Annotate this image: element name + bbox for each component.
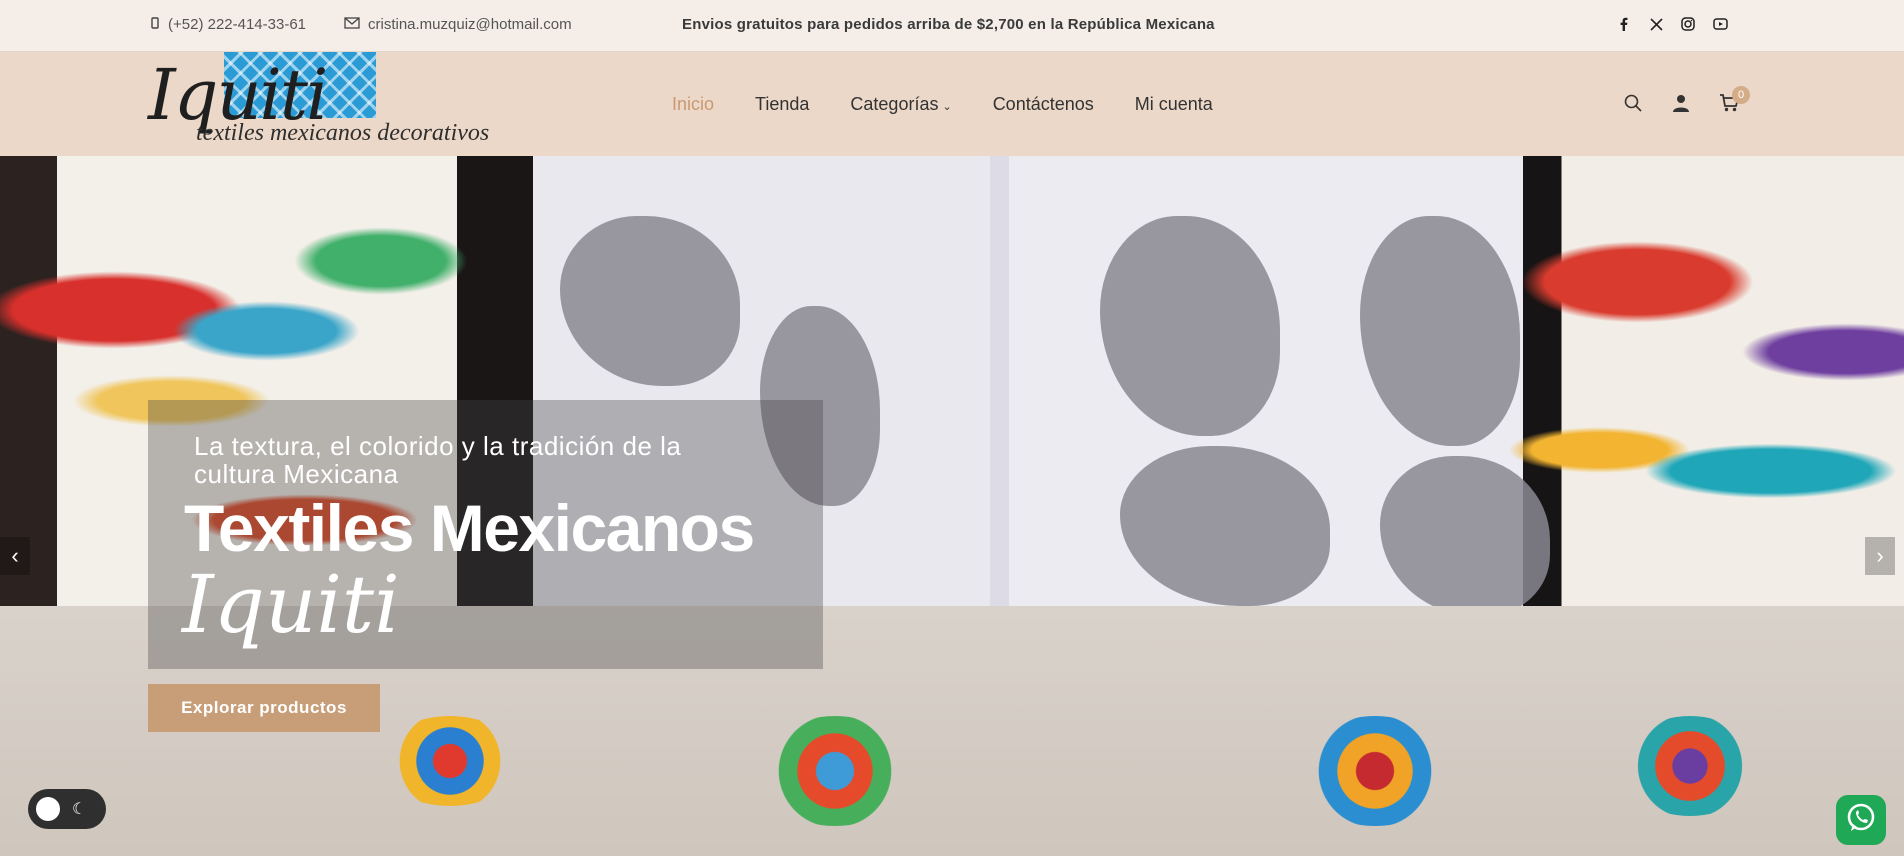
shipping-notice: Envios gratuitos para pedidos arriba de … [682,16,1215,33]
embroidered-bird-shape [560,216,740,386]
hero-script-text: Iquiti [182,558,400,651]
slider-next-arrow[interactable]: › [1865,537,1895,575]
nav-item-categorias[interactable]: Categorías ⌄ [850,94,951,115]
email-icon [344,16,360,33]
facebook-icon[interactable] [1616,16,1632,32]
email-contact[interactable]: cristina.muzquiz@hotmail.com [344,16,572,33]
nav-item-categorias-label: Categorías [850,94,939,114]
embroidered-bird-shape [1100,216,1280,436]
chevron-down-icon: ⌄ [942,101,952,113]
search-icon[interactable] [1622,92,1644,114]
logo-tagline: textiles mexicanos decorativos [196,120,490,146]
phone-icon [150,16,160,33]
nav-item-contactenos[interactable]: Contáctenos [993,94,1094,115]
nav-item-inicio[interactable]: Inicio [672,94,714,115]
slider-prev-arrow[interactable]: ‹ [0,537,30,575]
explore-products-button[interactable]: Explorar productos [148,684,380,732]
main-nav: Inicio Tienda Categorías ⌄ Contáctenos Mi… [672,94,1213,115]
header-icons [1622,92,1740,114]
embroidered-bird-shape [1360,216,1520,446]
embroidered-flower [1300,716,1450,826]
email-address: cristina.muzquiz@hotmail.com [368,16,572,33]
top-bar: (+52) 222-414-33-61 cristina.muzquiz@hot… [0,0,1904,52]
phone-number: (+52) 222-414-33-61 [168,16,307,33]
youtube-icon[interactable] [1712,16,1728,32]
toggle-knob [36,797,60,821]
moon-icon: ☾ [72,801,87,818]
embroidered-flower [1620,716,1760,816]
phone-contact[interactable]: (+52) 222-414-33-61 [150,16,306,33]
site-logo[interactable]: Iquiti textiles mexicanos decorativos [148,52,489,156]
nav-item-tienda[interactable]: Tienda [755,94,809,115]
hero-title: Textiles Mexicanos [184,491,755,565]
social-links [1616,16,1728,32]
embroidered-flower [380,716,520,806]
embroidered-bird-shape [1120,446,1330,606]
hero-subtitle: La textura, el colorido y la tradición d… [194,431,682,489]
whatsapp-icon [1844,801,1878,840]
instagram-icon[interactable] [1680,16,1696,32]
cart-count-badge: 0 [1732,86,1750,104]
dark-mode-toggle[interactable]: ☾ [28,789,106,829]
embroidered-flower [760,716,910,826]
whatsapp-button[interactable] [1836,795,1886,845]
embroidered-bird-shape [1380,456,1550,616]
nav-item-mi-cuenta[interactable]: Mi cuenta [1135,94,1213,115]
user-icon[interactable] [1670,92,1692,114]
x-icon[interactable] [1648,16,1664,32]
